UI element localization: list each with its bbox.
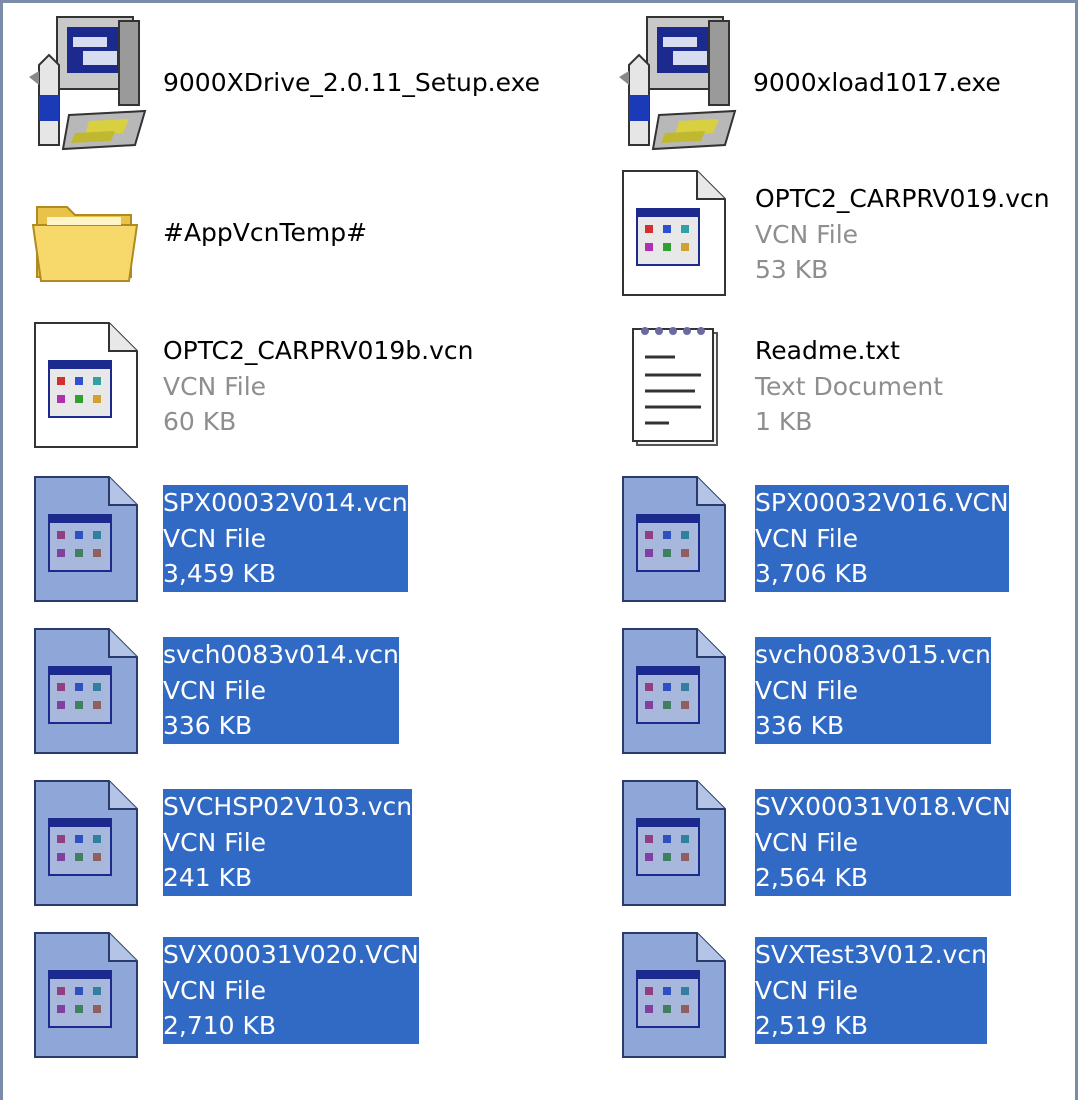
file-name: 9000XDrive_2.0.11_Setup.exe <box>163 68 540 97</box>
vcn-file-icon <box>34 476 138 602</box>
file-size: 3,459 KB <box>163 559 277 588</box>
vcn-file-icon <box>622 170 726 296</box>
file-type: VCN File <box>755 675 859 705</box>
file-name: OPTC2_CARPRV019.vcn <box>755 184 1050 213</box>
file-type: VCN File <box>755 219 859 249</box>
file-name: Readme.txt <box>755 336 900 365</box>
file-name: SVCHSP02V103.vcn <box>163 792 413 821</box>
file-item[interactable]: SPX00032V016.VCN VCN File 3,706 KB <box>609 473 1069 613</box>
file-type: VCN File <box>163 827 267 857</box>
file-name: SVX00031V018.VCN <box>755 792 1011 821</box>
file-size: 336 KB <box>163 711 253 740</box>
text-document-icon <box>632 327 718 446</box>
file-name: SPX00032V016.VCN <box>755 488 1009 517</box>
file-size: 2,564 KB <box>755 863 869 892</box>
vcn-file-icon <box>622 476 726 602</box>
vcn-file-icon <box>622 628 726 754</box>
vcn-file-icon <box>622 780 726 906</box>
file-size: 336 KB <box>755 711 845 740</box>
file-item[interactable]: 9000xload1017.exe <box>609 15 1069 155</box>
vcn-file-icon <box>622 932 726 1058</box>
file-type: VCN File <box>755 827 859 857</box>
file-type: VCN File <box>163 675 267 705</box>
folder-name: #AppVcnTemp# <box>163 218 368 247</box>
installer-icon <box>619 16 737 151</box>
file-size: 53 KB <box>755 255 829 284</box>
file-type: VCN File <box>163 523 267 553</box>
file-type: Text Document <box>755 371 944 401</box>
file-name: SPX00032V014.vcn <box>163 488 408 517</box>
file-name: svch0083v015.vcn <box>755 640 991 669</box>
file-size: 60 KB <box>163 407 237 436</box>
file-item[interactable]: svch0083v015.vcn VCN File 336 KB <box>609 625 1069 765</box>
file-type: VCN File <box>163 975 267 1005</box>
file-type: VCN File <box>755 975 859 1005</box>
file-item[interactable]: SVX00031V020.VCN VCN File 2,710 KB <box>19 929 589 1069</box>
vcn-file-icon <box>34 322 138 448</box>
file-item[interactable]: 9000XDrive_2.0.11_Setup.exe <box>19 15 589 155</box>
file-name: SVXTest3V012.vcn <box>755 940 987 969</box>
file-item[interactable]: svch0083v014.vcn VCN File 336 KB <box>19 625 589 765</box>
file-size: 241 KB <box>163 863 253 892</box>
installer-icon <box>29 16 147 151</box>
folder-icon <box>31 206 139 282</box>
file-item[interactable]: OPTC2_CARPRV019b.vcn VCN File 60 KB <box>19 319 589 459</box>
vcn-file-icon <box>34 628 138 754</box>
file-item[interactable]: SVXTest3V012.vcn VCN File 2,519 KB <box>609 929 1069 1069</box>
file-size: 1 KB <box>755 407 813 436</box>
vcn-file-icon <box>34 932 138 1058</box>
file-size: 2,519 KB <box>755 1011 869 1040</box>
vcn-file-icon <box>34 780 138 906</box>
file-item[interactable]: SPX00032V014.vcn VCN File 3,459 KB <box>19 473 589 613</box>
folder-item[interactable]: #AppVcnTemp# <box>19 171 589 303</box>
file-name: svch0083v014.vcn <box>163 640 399 669</box>
file-name: OPTC2_CARPRV019b.vcn <box>163 336 474 365</box>
file-item[interactable]: Readme.txt Text Document 1 KB <box>609 319 1069 459</box>
file-size: 2,710 KB <box>163 1011 277 1040</box>
file-item[interactable]: SVCHSP02V103.vcn VCN File 241 KB <box>19 777 589 917</box>
file-item[interactable]: OPTC2_CARPRV019.vcn VCN File 53 KB <box>609 167 1069 307</box>
file-size: 3,706 KB <box>755 559 869 588</box>
file-name: 9000xload1017.exe <box>753 68 1001 97</box>
file-name: SVX00031V020.VCN <box>163 940 419 969</box>
file-view-pane[interactable]: 9000XDrive_2.0.11_Setup.exe 9000xload101… <box>0 0 1078 1100</box>
file-type: VCN File <box>163 371 267 401</box>
file-type: VCN File <box>755 523 859 553</box>
file-item[interactable]: SVX00031V018.VCN VCN File 2,564 KB <box>609 777 1069 917</box>
